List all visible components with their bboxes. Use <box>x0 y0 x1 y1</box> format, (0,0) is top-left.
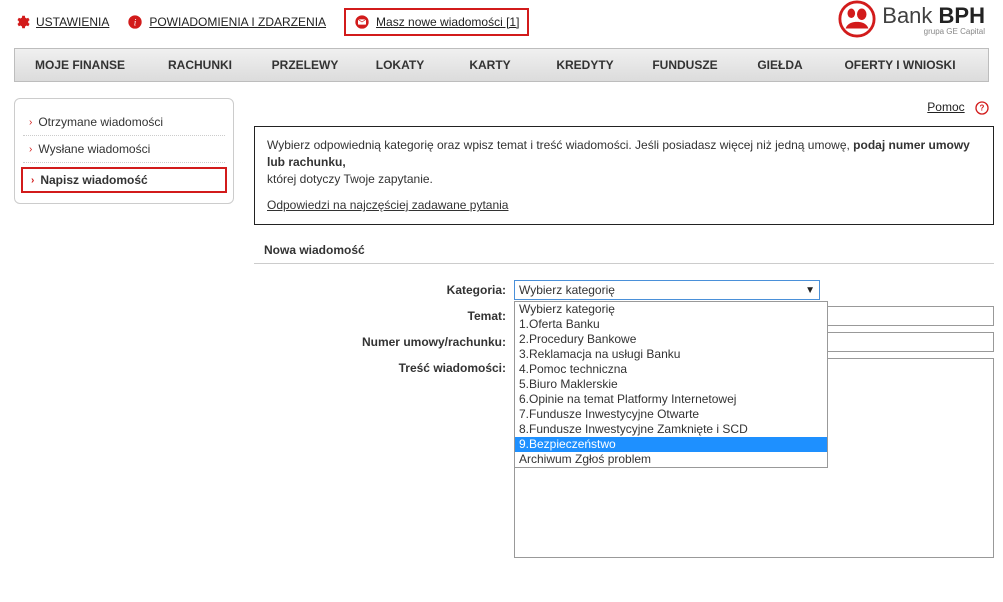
help-icon[interactable]: ? <box>974 100 990 116</box>
dropdown-option[interactable]: 9.Bezpieczeństwo <box>515 437 827 452</box>
chevron-right-icon: › <box>29 117 32 128</box>
help-label: Pomoc <box>927 100 964 114</box>
label-category: Kategoria: <box>254 280 514 297</box>
nav-item[interactable]: KARTY <box>445 49 535 81</box>
nav-item[interactable]: RACHUNKI <box>145 49 255 81</box>
nav-item[interactable]: KREDYTY <box>535 49 635 81</box>
dropdown-option[interactable]: 3.Reklamacja na usługi Banku <box>515 347 827 362</box>
sidebar-item-compose[interactable]: › Napisz wiadomość <box>21 167 227 193</box>
dropdown-option[interactable]: 6.Opinie na temat Platformy Internetowej <box>515 392 827 407</box>
category-selected-value: Wybierz kategorię <box>519 283 615 297</box>
sidebar-item-label: Otrzymane wiadomości <box>38 115 163 129</box>
info-text: której dotyczy Twoje zapytanie. <box>267 172 433 186</box>
info-icon: i <box>127 14 143 30</box>
chevron-down-icon: ▼ <box>805 285 815 296</box>
dropdown-option[interactable]: Archiwum Zgłoś problem <box>515 452 827 467</box>
divider <box>23 162 225 163</box>
dropdown-option[interactable]: 8.Fundusze Inwestycyjne Zamknięte i SCD <box>515 422 827 437</box>
faq-label: Odpowiedzi na najczęściej zadawane pytan… <box>267 198 508 212</box>
dropdown-option[interactable]: 4.Pomoc techniczna <box>515 362 827 377</box>
chevron-right-icon: › <box>29 144 32 155</box>
new-messages-label: Masz nowe wiadomości [1] <box>376 15 519 29</box>
label-body: Treść wiadomości: <box>254 358 514 375</box>
dropdown-option[interactable]: 5.Biuro Maklerskie <box>515 377 827 392</box>
help-link[interactable]: Pomoc <box>927 100 964 114</box>
new-messages-link[interactable]: Masz nowe wiadomości [1] <box>354 14 519 30</box>
gear-icon <box>14 14 30 30</box>
chevron-right-icon: › <box>31 175 34 186</box>
compose-form: Kategoria: Wybierz kategorię ▼ Wybierz k… <box>254 264 994 558</box>
section-title: Nowa wiadomość <box>254 225 994 263</box>
logo-text1: Bank <box>882 3 932 28</box>
nav-item[interactable]: PRZELEWY <box>255 49 355 81</box>
info-box: Wybierz odpowiednią kategorię oraz wpisz… <box>254 126 994 225</box>
logo-icon <box>838 0 876 38</box>
svg-text:?: ? <box>980 104 985 113</box>
sidebar-item-label: Wysłane wiadomości <box>38 142 150 156</box>
info-text: Wybierz odpowiednią kategorię oraz wpisz… <box>267 138 853 152</box>
notifications-label: POWIADOMIENIA I ZDARZENIA <box>149 15 326 29</box>
logo-text2: BPH <box>939 3 985 28</box>
main-nav: MOJE FINANSERACHUNKIPRZELEWYLOKATYKARTYK… <box>14 48 989 82</box>
svg-text:i: i <box>134 18 137 28</box>
notifications-link[interactable]: i POWIADOMIENIA I ZDARZENIA <box>127 14 326 30</box>
sidebar: › Otrzymane wiadomości › Wysłane wiadomo… <box>14 98 234 204</box>
dropdown-option[interactable]: 7.Fundusze Inwestycyjne Otwarte <box>515 407 827 422</box>
nav-item[interactable]: LOKATY <box>355 49 445 81</box>
settings-link[interactable]: USTAWIENIA <box>14 14 109 30</box>
nav-item[interactable]: MOJE FINANSE <box>15 49 145 81</box>
logo: Bank BPH grupa GE Capital <box>838 0 985 38</box>
new-messages-highlight: Masz nowe wiadomości [1] <box>344 8 529 36</box>
label-account: Numer umowy/rachunku: <box>254 332 514 349</box>
sidebar-item-label: Napisz wiadomość <box>40 173 147 187</box>
nav-item[interactable]: FUNDUSZE <box>635 49 735 81</box>
label-subject: Temat: <box>254 306 514 323</box>
mail-icon <box>354 14 370 30</box>
dropdown-option[interactable]: 2.Procedury Bankowe <box>515 332 827 347</box>
nav-item[interactable]: GIEŁDA <box>735 49 825 81</box>
nav-item[interactable]: OFERTY I WNIOSKI <box>825 49 975 81</box>
sidebar-item-received[interactable]: › Otrzymane wiadomości <box>15 109 233 135</box>
dropdown-option[interactable]: 1.Oferta Banku <box>515 317 827 332</box>
settings-label: USTAWIENIA <box>36 15 109 29</box>
faq-link[interactable]: Odpowiedzi na najczęściej zadawane pytan… <box>267 197 508 214</box>
dropdown-option[interactable]: Wybierz kategorię <box>515 302 827 317</box>
category-dropdown: Wybierz kategorię1.Oferta Banku2.Procedu… <box>514 301 828 468</box>
sidebar-item-sent[interactable]: › Wysłane wiadomości <box>15 136 233 162</box>
category-select[interactable]: Wybierz kategorię ▼ Wybierz kategorię1.O… <box>514 280 820 300</box>
